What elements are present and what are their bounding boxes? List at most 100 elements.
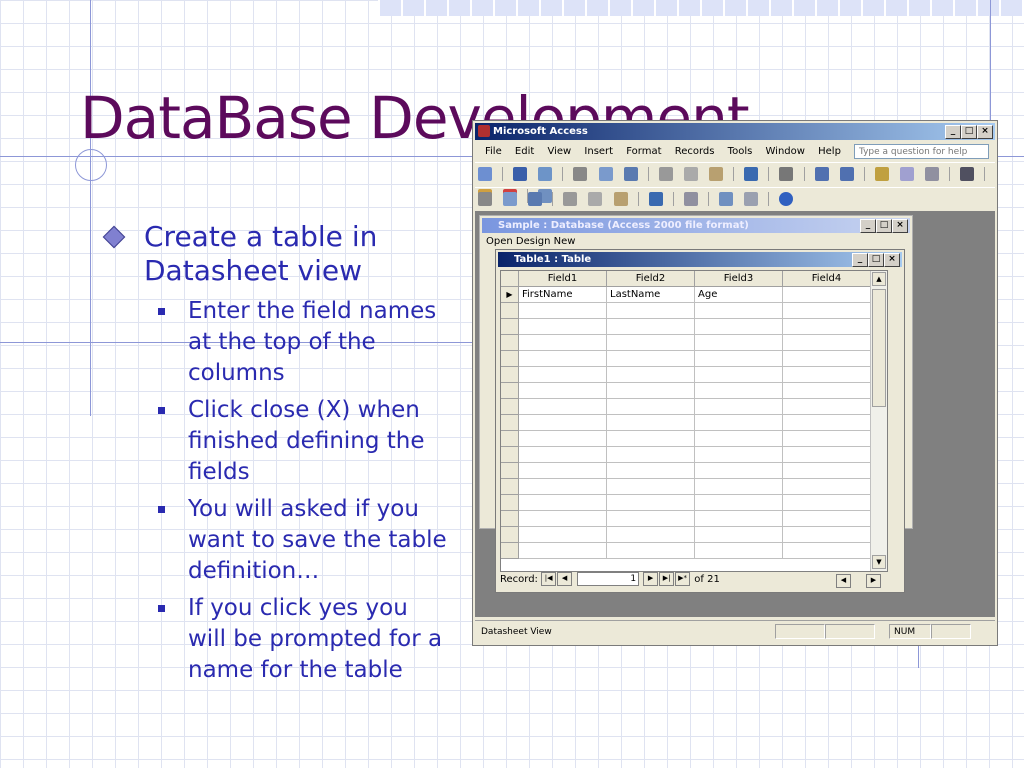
- empty-cell[interactable]: [783, 367, 871, 383]
- first-record-icon[interactable]: |◀: [541, 572, 557, 586]
- menu-insert[interactable]: Insert: [584, 142, 613, 162]
- new-object-icon[interactable]: [719, 192, 734, 206]
- last-record-icon[interactable]: ▶|: [659, 572, 675, 586]
- empty-cell[interactable]: [695, 447, 783, 463]
- print-preview-icon[interactable]: [503, 192, 518, 206]
- table-close-button[interactable]: ×: [884, 253, 900, 267]
- menu-records[interactable]: Records: [675, 142, 715, 162]
- column-header-field1[interactable]: Field1: [519, 271, 607, 287]
- row-selector[interactable]: [501, 415, 519, 431]
- menu-file[interactable]: File: [485, 142, 502, 162]
- empty-cell[interactable]: [607, 511, 695, 527]
- empty-cell[interactable]: [519, 511, 607, 527]
- empty-cell[interactable]: [519, 399, 607, 415]
- copy-icon[interactable]: [588, 192, 603, 206]
- scroll-thumb[interactable]: [872, 289, 886, 407]
- column-header-field4[interactable]: Field4: [783, 271, 871, 287]
- maximize-button[interactable]: □: [961, 125, 977, 139]
- print-icon[interactable]: [478, 192, 492, 206]
- empty-cell[interactable]: [519, 431, 607, 447]
- empty-cell[interactable]: [607, 399, 695, 415]
- undo-icon[interactable]: [648, 192, 663, 206]
- empty-cell[interactable]: [695, 367, 783, 383]
- empty-cell[interactable]: [607, 527, 695, 543]
- empty-cell[interactable]: [607, 543, 695, 559]
- scroll-down-icon[interactable]: ▼: [872, 555, 886, 569]
- record-number-input[interactable]: 1: [577, 572, 640, 586]
- empty-cell[interactable]: [607, 431, 695, 447]
- empty-cell[interactable]: [695, 463, 783, 479]
- empty-cell[interactable]: [695, 495, 783, 511]
- empty-cell[interactable]: [695, 335, 783, 351]
- row-selector[interactable]: [501, 383, 519, 399]
- db-maximize-button[interactable]: □: [876, 219, 892, 233]
- cell-age[interactable]: Age: [695, 287, 783, 303]
- row-selector[interactable]: [501, 495, 519, 511]
- next-record-icon[interactable]: ▶: [643, 572, 659, 586]
- cut-icon[interactable]: [563, 192, 578, 206]
- empty-cell[interactable]: [607, 447, 695, 463]
- empty-cell[interactable]: [519, 447, 607, 463]
- filter-by-selection-icon[interactable]: [874, 167, 889, 181]
- save-icon[interactable]: [513, 167, 528, 181]
- empty-cell[interactable]: [783, 335, 871, 351]
- row-selector[interactable]: [501, 527, 519, 543]
- empty-cell[interactable]: [519, 303, 607, 319]
- paste-icon[interactable]: [613, 192, 628, 206]
- empty-cell[interactable]: [519, 335, 607, 351]
- hscroll-left-icon[interactable]: ◀: [836, 574, 851, 588]
- cell-firstname[interactable]: FirstName: [519, 287, 607, 303]
- database-window-toolbar[interactable]: Open Design New: [486, 236, 575, 247]
- empty-cell[interactable]: [783, 319, 871, 335]
- empty-cell[interactable]: [519, 319, 607, 335]
- close-button[interactable]: ×: [977, 125, 993, 139]
- row-selector[interactable]: [501, 447, 519, 463]
- table-maximize-button[interactable]: □: [868, 253, 884, 267]
- filter-by-form-icon[interactable]: [899, 167, 914, 181]
- empty-cell[interactable]: [783, 415, 871, 431]
- empty-cell[interactable]: [695, 527, 783, 543]
- spelling-icon[interactable]: [623, 167, 638, 181]
- column-header-field3[interactable]: Field3: [695, 271, 783, 287]
- apply-filter-icon[interactable]: [925, 167, 940, 181]
- help-search-input[interactable]: Type a question for help: [854, 144, 989, 159]
- empty-cell[interactable]: [695, 351, 783, 367]
- db-minimize-button[interactable]: _: [860, 219, 876, 233]
- scroll-up-icon[interactable]: ▲: [872, 272, 886, 286]
- empty-cell[interactable]: [695, 511, 783, 527]
- empty-cell[interactable]: [695, 303, 783, 319]
- empty-cell[interactable]: [519, 463, 607, 479]
- menu-window[interactable]: Window: [766, 142, 805, 162]
- empty-cell[interactable]: [519, 495, 607, 511]
- print-preview-icon[interactable]: [598, 167, 613, 181]
- cut-icon[interactable]: [658, 167, 673, 181]
- help-icon[interactable]: [779, 192, 794, 206]
- row-selector[interactable]: [501, 431, 519, 447]
- empty-cell[interactable]: [783, 495, 871, 511]
- row-selector[interactable]: [501, 303, 519, 319]
- empty-cell[interactable]: [519, 527, 607, 543]
- row-selector[interactable]: [501, 463, 519, 479]
- empty-cell[interactable]: [783, 383, 871, 399]
- spelling-icon[interactable]: [528, 192, 543, 206]
- undo-icon[interactable]: [744, 167, 759, 181]
- empty-cell[interactable]: [607, 383, 695, 399]
- empty-cell[interactable]: [783, 351, 871, 367]
- vertical-scrollbar[interactable]: ▲ ▼: [870, 271, 887, 571]
- minimize-button[interactable]: _: [945, 125, 961, 139]
- empty-cell[interactable]: [783, 479, 871, 495]
- sort-ascending-icon[interactable]: [814, 167, 829, 181]
- empty-cell[interactable]: [695, 543, 783, 559]
- hscroll-right-icon[interactable]: ▶: [866, 574, 881, 588]
- empty-cell[interactable]: [519, 415, 607, 431]
- column-header-field2[interactable]: Field2: [607, 271, 695, 287]
- filter-icon[interactable]: [683, 192, 698, 206]
- row-selector[interactable]: [501, 367, 519, 383]
- copy-icon[interactable]: [683, 167, 698, 181]
- row-selector[interactable]: [501, 335, 519, 351]
- empty-cell[interactable]: [519, 351, 607, 367]
- empty-cell[interactable]: [607, 319, 695, 335]
- previous-record-icon[interactable]: ◀: [557, 572, 573, 586]
- empty-cell[interactable]: [783, 303, 871, 319]
- row-selector[interactable]: [501, 543, 519, 559]
